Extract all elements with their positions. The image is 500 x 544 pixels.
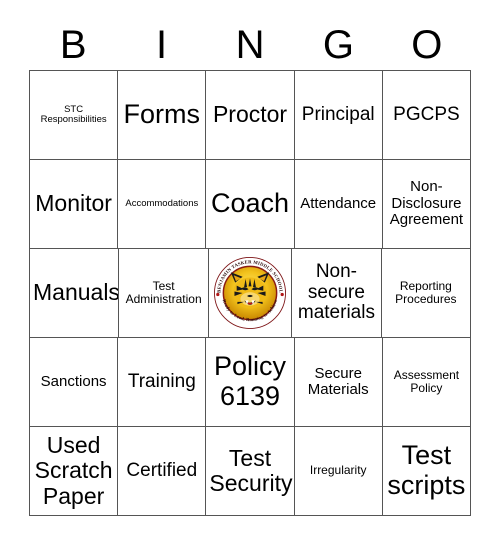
bingo-cell[interactable]: Accommodations <box>118 160 207 249</box>
bingo-cell[interactable]: Training <box>118 338 207 427</box>
bingo-cell-label: Reporting Procedures <box>395 278 457 306</box>
bingo-cell-label: Coach <box>210 188 290 219</box>
bingo-cell-label: Secure Materials <box>307 364 369 398</box>
bingo-cell-label: Test scripts <box>387 440 466 500</box>
bingo-cell-label: Monitor <box>35 190 112 217</box>
bingo-cell[interactable]: Test Security <box>206 427 295 516</box>
bingo-cell[interactable]: Irregularity <box>294 427 383 516</box>
bingo-cell-label: Test Administration <box>125 278 202 306</box>
bingo-cell-label: Sanctions <box>40 372 107 390</box>
bingo-cell-label: Used Scratch Paper <box>34 432 113 509</box>
header-letter-g: G <box>322 23 354 67</box>
bingo-cell[interactable]: Sanctions <box>30 338 119 427</box>
bingo-header-row: B I N G O <box>29 20 471 70</box>
bingo-cell[interactable]: Manuals <box>30 249 120 338</box>
bingo-cell[interactable]: Proctor <box>206 71 295 160</box>
bingo-cell-label: STC Responsibilities <box>40 103 107 125</box>
bingo-cell-label: Non-Disclosure Agreement <box>389 178 464 229</box>
bingo-row: STC Responsibilities Forms Proctor Princ… <box>30 71 472 160</box>
bingo-cell-label: Policy 6139 <box>213 351 287 411</box>
tiger-logo-icon: BENJAMIN TASKER MIDDLE SCHOOL Ready to L… <box>213 256 287 330</box>
bingo-cell[interactable]: Certified <box>118 427 207 516</box>
bingo-cell-label: Manuals <box>33 279 120 306</box>
bingo-cell[interactable]: Test Administration <box>119 249 209 338</box>
bingo-row: Manuals Test Administration BENJAMIN TAS… <box>30 249 472 338</box>
bingo-cell-label: Test Security <box>209 444 293 496</box>
bingo-cell-label: Training <box>127 370 196 392</box>
bingo-cell-label: Non-secure materials <box>297 260 375 324</box>
bingo-cell[interactable]: Test scripts <box>382 427 472 516</box>
bingo-cell-label: Certified <box>126 459 198 481</box>
bingo-row: Used Scratch Paper Certified Test Securi… <box>30 427 472 516</box>
bingo-cell[interactable]: PGCPS <box>382 71 472 160</box>
school-logo: BENJAMIN TASKER MIDDLE SCHOOL Ready to L… <box>213 256 287 330</box>
bingo-cell[interactable]: Forms <box>118 71 207 160</box>
bingo-cell[interactable]: Monitor <box>30 160 119 249</box>
bingo-cell[interactable]: Attendance <box>294 160 383 249</box>
bingo-cell-label: Assessment Policy <box>393 367 460 395</box>
bingo-cell[interactable]: Policy 6139 <box>206 338 295 427</box>
bingo-cell[interactable]: Non-Disclosure Agreement <box>382 160 472 249</box>
bingo-cell-free-space[interactable]: BENJAMIN TASKER MIDDLE SCHOOL Ready to L… <box>208 249 293 338</box>
header-letter-b: B <box>59 23 87 67</box>
header-letter-n: N <box>235 23 265 67</box>
bingo-cell-label: Principal <box>301 103 375 125</box>
bingo-cell[interactable]: Used Scratch Paper <box>30 427 119 516</box>
header-letter-i: I <box>156 23 168 67</box>
bingo-card: B I N G O STC Responsibilities Forms Pro… <box>0 0 500 544</box>
bingo-cell-label: Proctor <box>212 101 288 128</box>
bingo-cell-label: PGCPS <box>393 103 460 125</box>
bingo-row: Sanctions Training Policy 6139 Secure Ma… <box>30 338 472 427</box>
bingo-cell[interactable]: Secure Materials <box>294 338 383 427</box>
bingo-cell[interactable]: Principal <box>294 71 383 160</box>
bingo-cell[interactable]: Coach <box>206 160 295 249</box>
bingo-row: Monitor Accommodations Coach Attendance … <box>30 160 472 249</box>
bingo-cell[interactable]: Non-secure materials <box>292 249 382 338</box>
bingo-grid: STC Responsibilities Forms Proctor Princ… <box>29 70 472 516</box>
bingo-cell-label: Forms <box>123 99 201 130</box>
bingo-cell[interactable]: STC Responsibilities <box>30 71 119 160</box>
bingo-cell-label: Irregularity <box>309 463 367 478</box>
bingo-cell-label: Accommodations <box>125 197 199 209</box>
bingo-cell-label: Attendance <box>300 194 377 212</box>
bingo-cell[interactable]: Assessment Policy <box>382 338 472 427</box>
header-letter-o: O <box>411 23 443 67</box>
bingo-cell[interactable]: Reporting Procedures <box>381 249 472 338</box>
